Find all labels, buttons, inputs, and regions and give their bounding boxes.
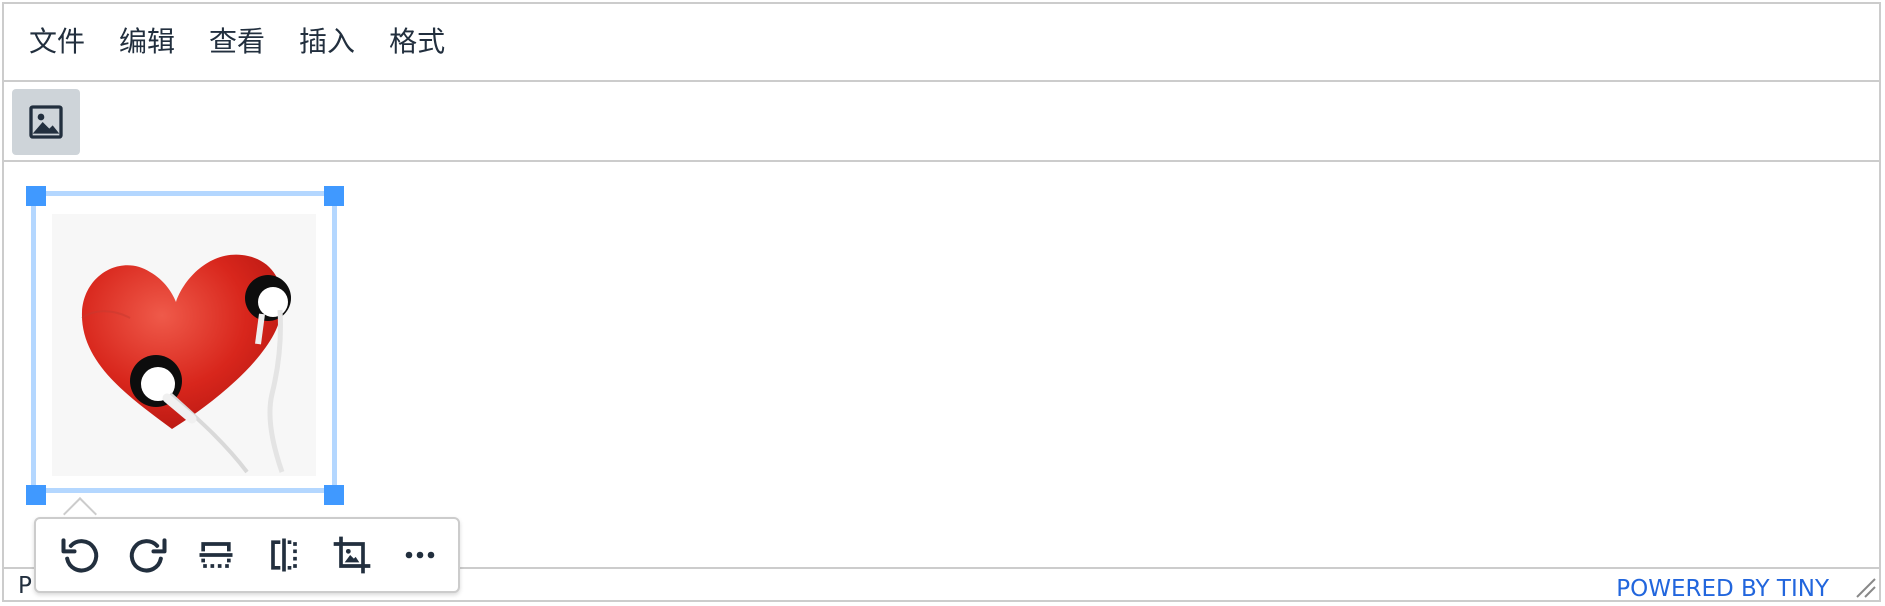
- rotate-right-icon: [129, 538, 167, 573]
- element-path[interactable]: P: [18, 569, 32, 603]
- menubar: 文件 编辑 查看 插入 格式: [4, 4, 1879, 82]
- rich-text-editor: 文件 编辑 查看 插入 格式 P POWERED BY TINY: [2, 2, 1881, 602]
- menu-view[interactable]: 查看: [198, 19, 276, 65]
- menu-edit[interactable]: 编辑: [108, 19, 186, 65]
- resize-handle-top-right[interactable]: [324, 186, 344, 206]
- resize-handle-top-left[interactable]: [26, 186, 46, 206]
- crop-icon: [333, 536, 371, 574]
- image-icon: [29, 105, 63, 139]
- image-context-toolbar: [34, 497, 460, 593]
- menu-insert[interactable]: 插入: [288, 19, 366, 65]
- resize-handle-bottom-right[interactable]: [324, 485, 344, 505]
- crop-button[interactable]: [318, 525, 386, 585]
- menu-format[interactable]: 格式: [378, 19, 456, 65]
- flip-horizontal-icon: [271, 538, 297, 572]
- heart-earphones-illustration: [81, 254, 291, 474]
- rotate-left-icon: [61, 538, 99, 573]
- editor-content[interactable]: [4, 162, 1879, 567]
- flip-vertical-button[interactable]: [182, 525, 250, 585]
- branding-link[interactable]: POWERED BY TINY: [1616, 572, 1829, 606]
- resize-handle-bottom-left[interactable]: [26, 485, 46, 505]
- heart-earphones-image[interactable]: [52, 214, 316, 476]
- flip-vertical-icon: [199, 542, 233, 568]
- rotate-left-button[interactable]: [46, 525, 114, 585]
- more-button[interactable]: [386, 525, 454, 585]
- flip-horizontal-button[interactable]: [250, 525, 318, 585]
- context-toolbar-panel: [34, 517, 460, 593]
- resize-grip-icon[interactable]: [1853, 575, 1877, 599]
- toolbar: [4, 82, 1879, 162]
- more-icon: [405, 551, 435, 559]
- rotate-right-button[interactable]: [114, 525, 182, 585]
- menu-file[interactable]: 文件: [18, 19, 96, 65]
- insert-image-button[interactable]: [12, 89, 80, 155]
